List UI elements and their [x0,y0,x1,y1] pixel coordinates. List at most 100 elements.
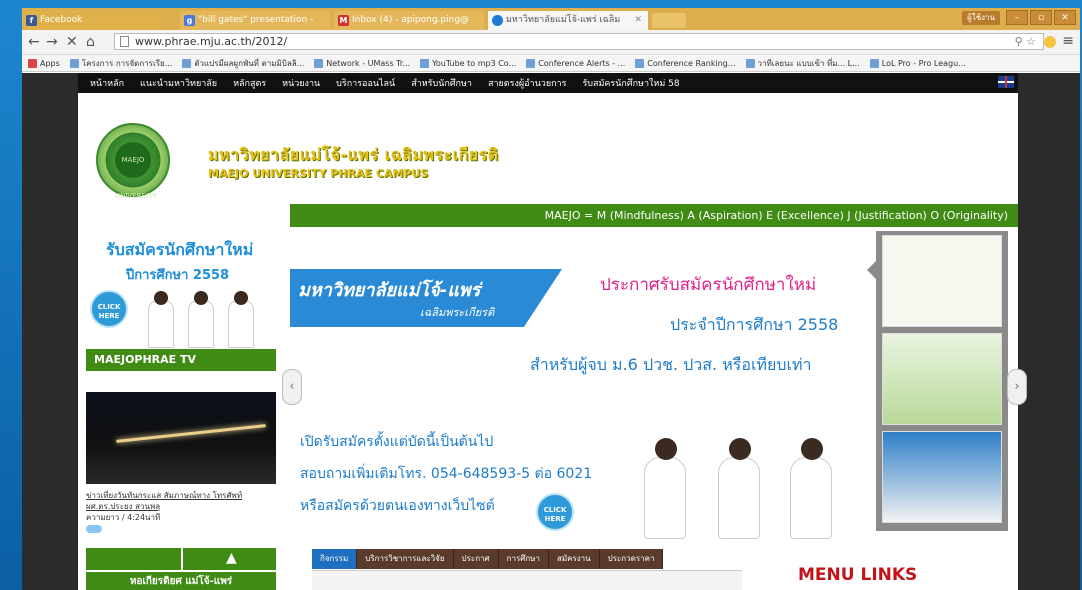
bookmark-item[interactable]: วาทีเลยนะ แบบเข้า ที่ม... L... [745,57,860,70]
bookmark-icon [182,58,192,68]
tab-label: Inbox (4) - apipong.ping@ [352,15,470,25]
hall-of-fame-bar[interactable]: หอเกียรติยศ แม่โจ้-แพร่ [86,572,276,590]
home-icon[interactable]: ⌂ [86,34,95,50]
university-name-thai: มหาวิทยาลัยแม่โจ้-แพร่ เฉลิมพระเกียรติ [208,145,499,164]
stop-icon[interactable]: ✕ [66,34,78,50]
banner-headline: ประกาศรับสมัครนักศึกษาใหม่ [600,275,817,295]
slide-thumbnail[interactable] [882,431,1002,523]
tab-facebook[interactable]: f Facebook [22,11,162,30]
nav-online-services[interactable]: บริการออนไลน์ [336,76,395,90]
browser-toolbar: ← → ✕ ⌂ www.phrae.mju.ac.th/2012/ ⚲ ☆ ≡ [22,30,1080,55]
logo-text: MAEJO UNIVERSITY [115,142,157,200]
bookmark-item[interactable]: Conference Alerts - ... [526,58,625,68]
tab-bidding[interactable]: ประกวดราคา [599,549,664,569]
tab-announcements[interactable]: ประกาศ [453,549,499,569]
chrome-page-icon [492,15,503,26]
uk-flag-icon[interactable] [998,76,1014,88]
close-icon[interactable]: ✕ [634,11,642,30]
bookmark-icon [869,58,879,68]
banner-open-text: เปิดรับสมัครตั้งแต่บัดนี้เป็นต้นไป [300,434,494,450]
nav-students[interactable]: สำหรับนักศึกษา [411,76,472,90]
tab-gmail[interactable]: M Inbox (4) - apipong.ping@ [334,11,484,30]
student-head [194,291,208,305]
tab-maejo-phrae[interactable]: มหาวิทยาลัยแม่โจ้-แพร่ เฉลิม ✕ [488,11,648,30]
motto-bar: MAEJO = M (Mindfulness) A (Aspiration) E… [290,204,1018,227]
apps-icon [28,58,37,68]
tab-strip: f Facebook g "bill gates" presentation -… [22,8,1080,30]
tab-label: "bill gates" presentation - [198,15,314,25]
university-name-english: MAEJO UNIVERSITY PHRAE CAMPUS [208,167,429,180]
bookmarks-bar: Apps โครงการ การจัดการเรีย... ตัวแปรมีผล… [22,55,1080,72]
student-figure [790,438,832,539]
university-logo[interactable]: MAEJO UNIVERSITY [96,123,170,200]
extension-icon[interactable] [1044,36,1056,48]
tab-activities[interactable]: กิจกรรม [312,549,358,569]
chevron-left-icon[interactable]: ‹ [282,369,302,405]
bookmark-item[interactable]: Network - UMass Tr... [314,58,410,68]
student-head [655,438,677,460]
bookmark-apps[interactable]: Apps [28,58,60,68]
nav-programs[interactable]: หลักสูตร [233,76,266,90]
user-profile-button[interactable]: ผู้ใช้งาน [962,11,1000,25]
bookmark-icon [745,58,755,68]
bookmark-icon [526,58,536,68]
video-link[interactable]: ข่าวเที่ยงวันทันกระแส สัมภาษณ์ทาง โทรศัพ… [86,491,242,511]
bookmark-item[interactable]: โครงการ การจัดการเรีย... [69,57,172,70]
forward-arrow-icon[interactable]: → [46,34,58,50]
bookmark-item[interactable]: Conference Ranking... [635,58,736,68]
video-thumbnail[interactable] [86,392,276,484]
site-header: MAEJO UNIVERSITY มหาวิทยาลัยแม่โจ้-แพร่ … [78,93,1018,203]
students-image[interactable] [142,288,262,348]
admission-title[interactable]: รับสมัครนักศึกษาใหม่ [106,238,253,263]
address-bar[interactable]: www.phrae.mju.ac.th/2012/ [114,33,1044,50]
video-caption: ข่าวเที่ยงวันทันกระแส สัมภาษณ์ทาง โทรศัพ… [86,490,276,534]
nav-home[interactable]: หน้าหลัก [90,76,124,90]
student-head [154,291,168,305]
click-here-button[interactable]: CLICK HERE [90,290,128,328]
website: หน้าหลัก แนะนำมหาวิทยาลัย หลักสูตร หน่วย… [78,73,1027,590]
bookmark-item[interactable]: ตัวแปรมีผลผูกพันที่ ตามมิบิลลิ... [182,57,304,70]
click-here-button[interactable]: CLICK HERE [536,493,574,531]
bookmark-item[interactable]: YouTube to mp3 Co... [420,58,516,68]
hero-banner: มหาวิทยาลัยแม่โจ้-แพร่ เฉลิมพระเกียรติ ป… [282,231,1027,541]
nav-units[interactable]: หน่วยงาน [282,76,320,90]
bookmark-icon [69,58,79,68]
road-lights [116,424,266,443]
tab-research[interactable]: บริการวิชาการและวิจัย [357,549,454,569]
banner-phone-text: สอบถามเพิ่มเติมโทร. 054-648593-5 ต่อ 602… [300,466,593,482]
chevron-right-icon[interactable]: › [1007,369,1027,405]
gmail-icon: M [338,15,349,26]
nav-admission[interactable]: รับสมัครนักศึกษาใหม่ 58 [582,76,679,90]
tab-jobs[interactable]: สมัครงาน [548,549,600,569]
back-arrow-icon[interactable]: ← [28,34,40,50]
bookmark-icon [314,58,324,68]
close-window-button[interactable]: ✕ [1054,10,1076,25]
bookmark-icon [635,58,645,68]
banner-website-text: หรือสมัครด้วยตนเองทางเว็บไซต์ [300,498,495,514]
tab-label: มหาวิทยาลัยแม่โจ้-แพร่ เฉลิม [506,15,621,25]
page-viewport: หน้าหลัก แนะนำมหาวิทยาลัย หลักสูตร หน่วย… [22,73,1080,590]
scroll-up-bar[interactable]: ▲ [86,548,276,570]
banner-year: ประจำปีการศึกษา 2558 [670,315,839,334]
banner-tag-subtitle: เฉลิมพระเกียรติ [420,306,495,319]
menu-links-heading: MENU LINKS [798,565,918,585]
thumbnail-pointer [867,261,876,279]
slide-thumbnail[interactable] [882,235,1002,327]
nav-about[interactable]: แนะนำมหาวิทยาลัย [140,76,217,90]
bookmark-star-icon[interactable]: ⚲ ☆ [1015,35,1036,48]
nav-director[interactable]: สายตรงผู้อำนวยการ [488,76,566,90]
student-figure [188,291,214,348]
news-tabs: กิจกรรม บริการวิชาการและวิจัย ประกาศ การ… [312,549,664,569]
slide-thumbnail[interactable] [882,333,1002,425]
tab-education[interactable]: การศึกษา [498,549,549,569]
bookmark-item[interactable]: LoL Pro - Pro Leagu... [869,58,966,68]
admission-year[interactable]: ปีการศึกษา 2558 [126,264,229,285]
minimize-button[interactable]: – [1006,10,1028,25]
maximize-button[interactable]: ▫ [1030,10,1052,25]
divider [181,548,183,570]
arrow-up-icon[interactable]: ▲ [226,550,237,566]
menu-icon[interactable]: ≡ [1062,33,1074,49]
browser-window: f Facebook g "bill gates" presentation -… [22,8,1080,590]
tab-google-search[interactable]: g "bill gates" presentation - [180,11,330,30]
new-tab-button[interactable] [652,13,686,28]
